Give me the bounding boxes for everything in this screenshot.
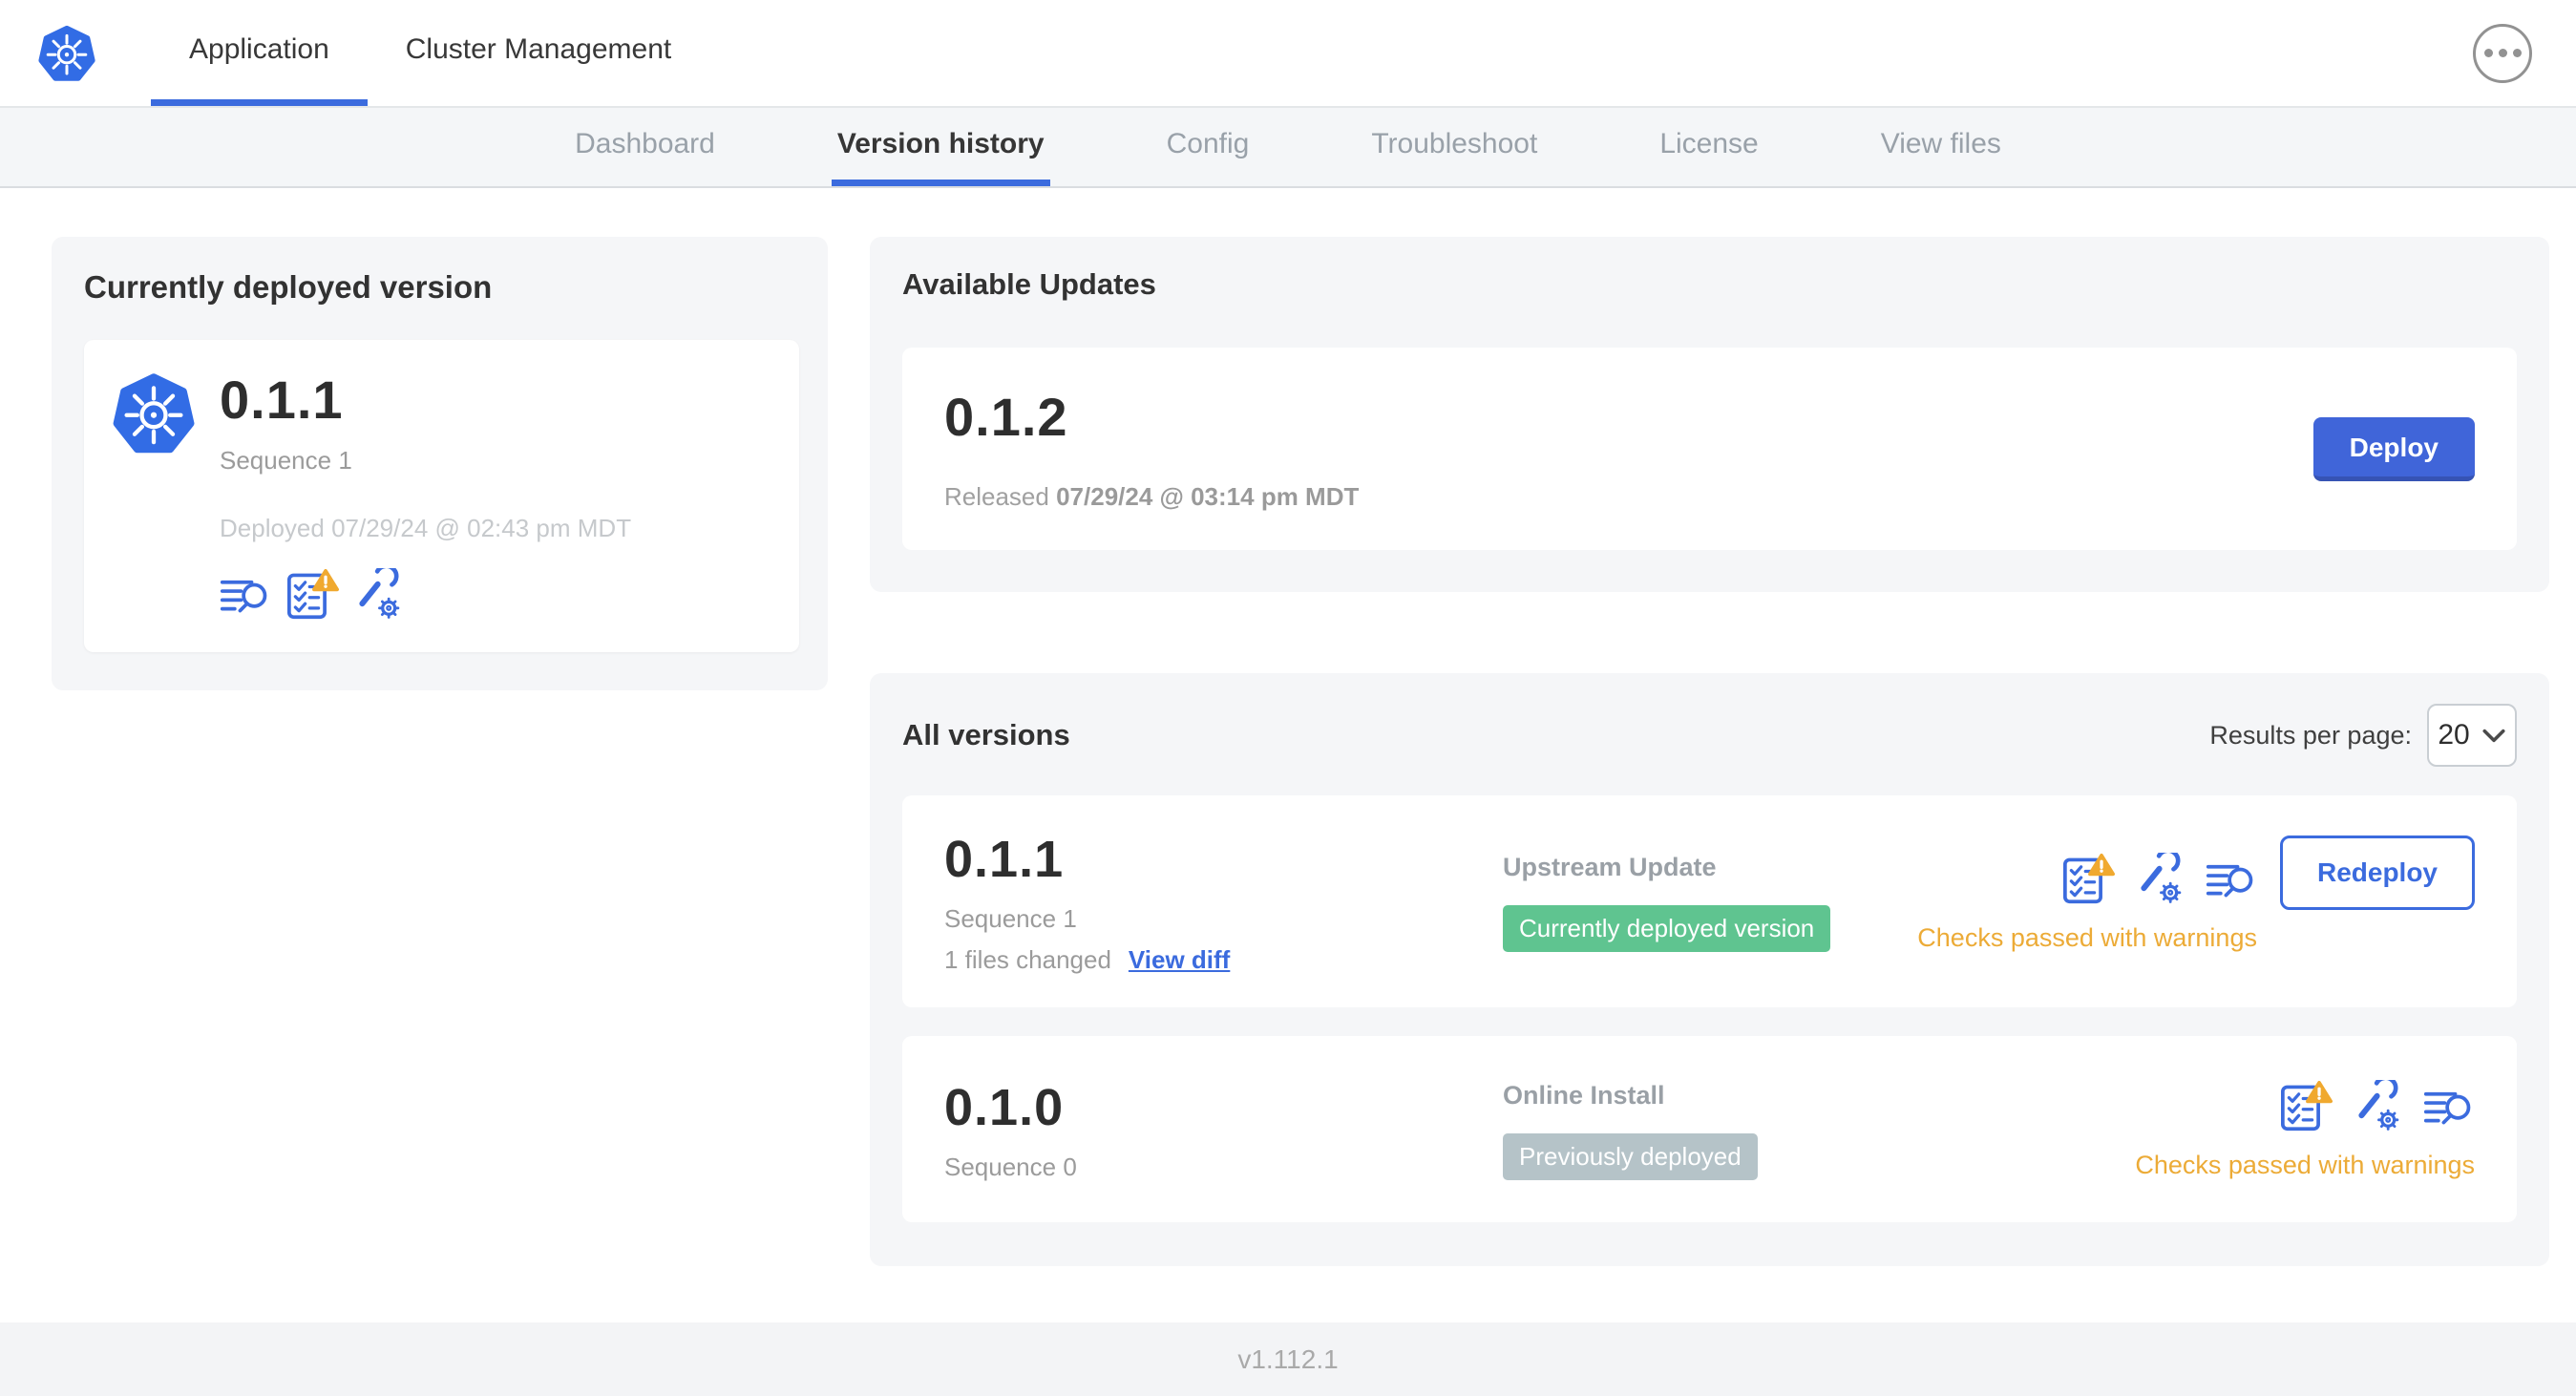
deployed-timestamp: Deployed 07/29/24 @ 02:43 pm MDT [220,514,632,542]
update-released-line: Released 07/29/24 @ 03:14 pm MDT [944,482,1359,512]
results-per-page-label: Results per page: [2209,720,2412,750]
released-label: Released [944,482,1049,511]
header-spacer [709,0,2473,106]
version-actions: Checks passed with warnings [2135,1078,2475,1182]
all-versions-header: All versions Results per page: 20 [902,704,2517,767]
results-per-page: Results per page: 20 [2209,704,2517,767]
top-header: Application Cluster Management [0,0,2576,108]
deployed-version-number: 0.1.1 [220,370,344,430]
deployed-sequence: Sequence 1 [220,446,352,475]
preflight-checks-warning-icon[interactable] [2062,853,2116,904]
status-badge: Previously deployed [1503,1132,1758,1180]
logs-icon[interactable] [2206,861,2257,904]
deploy-button[interactable]: Deploy [2312,416,2475,481]
config-icon[interactable] [355,568,403,620]
version-sequence: Sequence 0 [944,1153,1077,1181]
tab-version-history[interactable]: Version history [831,108,1050,186]
header-tabs: Application Cluster Management [151,0,709,106]
ellipsis-icon [2483,49,2493,57]
redeploy-button[interactable]: Redeploy [2279,835,2475,910]
tab-cluster-management[interactable]: Cluster Management [368,0,709,106]
app-logo [38,0,95,106]
released-date: 07/29/24 @ 03:14 pm MDT [1056,482,1360,511]
available-updates-card: Available Updates 0.1.2 Released 07/29/2… [870,237,2549,592]
kubernetes-app-icon [113,372,195,455]
update-row: 0.1.2 Released 07/29/24 @ 03:14 pm MDT D… [902,348,2517,550]
version-action-icons [2280,1080,2475,1132]
view-diff-link[interactable]: View diff [1129,945,1230,975]
source-label: Online Install [1503,1080,1665,1110]
preflight-checks-warning-icon[interactable] [2280,1080,2333,1132]
logs-icon[interactable] [2423,1089,2475,1132]
more-menu-button[interactable] [2473,23,2532,83]
app-footer: v1.112.1 [0,1322,2576,1396]
tab-dashboard[interactable]: Dashboard [569,108,721,186]
deployed-action-icons [220,568,631,620]
tab-license[interactable]: License [1654,108,1763,186]
all-versions-title: All versions [902,718,1070,751]
version-actions: Checks passed with warnings Redeploy [1917,830,2475,975]
currently-deployed-title: Currently deployed version [84,269,493,305]
source-label: Upstream Update [1503,853,1717,881]
version-row-0-1-0: 0.1.0 Sequence 0 Online Install Previous… [902,1036,2517,1222]
results-per-page-value: 20 [2438,719,2470,751]
logs-icon[interactable] [220,577,271,620]
version-number: 0.1.1 [944,831,1065,888]
all-versions-card: All versions Results per page: 20 0.1.1 … [870,673,2549,1266]
tab-application[interactable]: Application [151,0,368,106]
main-content: Currently deployed version 0.1.1 Sequenc… [0,188,2576,1322]
tab-troubleshoot[interactable]: Troubleshoot [1365,108,1543,186]
tab-config[interactable]: Config [1161,108,1256,186]
version-source: Upstream Update Currently deployed versi… [1503,830,1917,975]
version-sequence: Sequence 1 [944,904,1077,933]
config-icon[interactable] [2137,853,2185,904]
version-action-icons [2062,853,2257,904]
version-info: 0.1.1 Sequence 1 1 files changed View di… [944,830,1503,975]
version-row-0-1-1: 0.1.1 Sequence 1 1 files changed View di… [902,795,2517,1007]
files-changed: 1 files changed [944,945,1111,974]
deployed-version-panel: 0.1.1 Sequence 1 Deployed 07/29/24 @ 02:… [84,340,799,652]
console-version: v1.112.1 [1237,1343,1339,1374]
available-updates-title: Available Updates [902,267,1156,301]
tab-view-files[interactable]: View files [1875,108,2007,186]
currently-deployed-card: Currently deployed version 0.1.1 Sequenc… [52,237,828,690]
kubernetes-logo-icon [38,25,95,82]
right-column: Available Updates 0.1.2 Released 07/29/2… [870,237,2549,1266]
checks-status-link[interactable]: Checks passed with warnings [1917,923,2257,953]
status-badge: Currently deployed version [1503,905,1831,952]
version-info: 0.1.0 Sequence 0 [944,1078,1503,1182]
chevron-down-icon [2481,728,2506,744]
app-subnav: Dashboard Version history Config Trouble… [0,108,2576,188]
version-source: Online Install Previously deployed [1503,1078,2135,1182]
version-number: 0.1.0 [944,1079,1065,1136]
results-per-page-select[interactable]: 20 [2427,704,2517,767]
preflight-checks-warning-icon[interactable] [286,568,340,620]
config-icon[interactable] [2354,1080,2402,1132]
checks-status-link[interactable]: Checks passed with warnings [2135,1151,2475,1180]
update-version-number: 0.1.2 [944,387,1068,447]
